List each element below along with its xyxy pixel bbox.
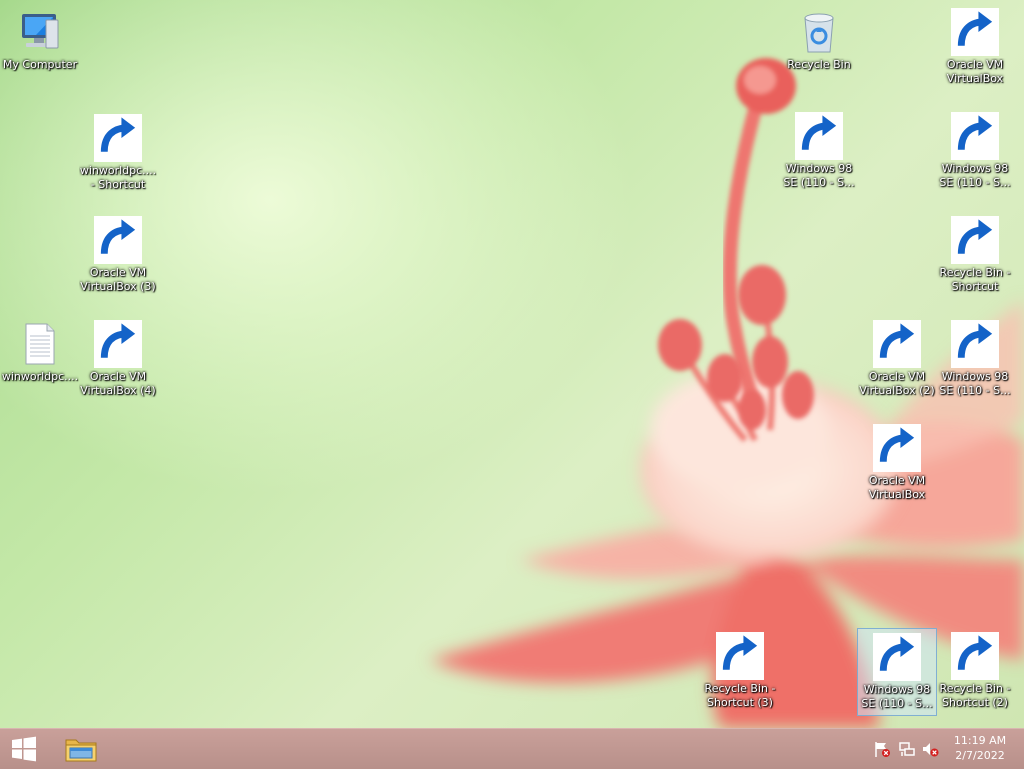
icon-label: Recycle Bin <box>787 58 851 71</box>
shortcut-arrow-icon <box>94 114 142 162</box>
desktop-icon-windows98-shortcut[interactable]: Windows 98 SE (110 - S... <box>935 108 1015 196</box>
shortcut-arrow-icon <box>716 632 764 680</box>
icon-label: Windows 98 SE (110 - S... <box>861 683 933 710</box>
virtualbox-icon <box>951 8 999 56</box>
document-icon <box>16 320 64 368</box>
desktop-icon-virtualbox-4[interactable]: Oracle VM VirtualBox (4) <box>78 316 158 404</box>
icon-label: Windows 98 SE (110 - S... <box>939 162 1011 189</box>
desktop-icon-recycle-bin-shortcut-2[interactable]: Recycle Bin - Shortcut (2) <box>935 628 1015 716</box>
icon-label: Oracle VM VirtualBox (3) <box>80 266 156 293</box>
virtualbox-icon <box>94 216 142 264</box>
icon-label: Oracle VM VirtualBox (4) <box>80 370 156 397</box>
shortcut-arrow-icon <box>951 112 999 160</box>
action-center-flag-icon[interactable] <box>873 740 891 758</box>
desktop-icon-windows98-shortcut-selected[interactable]: Windows 98 SE (110 - S... <box>857 628 937 716</box>
recycle-bin-icon <box>716 632 764 680</box>
clock[interactable]: 11:19 AM 2/7/2022 <box>944 733 1016 763</box>
icon-label: winworldpc.... - Shortcut <box>79 164 157 191</box>
document-shortcut-icon <box>873 633 921 681</box>
computer-icon <box>16 8 64 56</box>
windows-logo-icon <box>12 736 36 762</box>
desktop-icon-windows98-shortcut[interactable]: Windows 98 SE (110 - S... <box>935 316 1015 404</box>
clock-date: 2/7/2022 <box>955 749 1005 762</box>
icon-label: My Computer <box>2 58 78 71</box>
shortcut-arrow-icon <box>795 112 843 160</box>
start-button[interactable] <box>6 735 42 763</box>
document-shortcut-icon <box>795 112 843 160</box>
file-explorer-icon <box>65 739 97 762</box>
desktop[interactable]: My Computer Recycle Bin Oracle VM Virtua… <box>0 0 1024 728</box>
desktop-icon-virtualbox-2[interactable]: Oracle VM VirtualBox (2) <box>857 316 937 404</box>
icon-label: Windows 98 SE (110 - S... <box>783 162 855 189</box>
icon-label: Recycle Bin - Shortcut (2) <box>939 682 1011 709</box>
desktop-icon-recycle-bin[interactable]: Recycle Bin <box>779 4 859 92</box>
desktop-icon-windows98-shortcut[interactable]: Windows 98 SE (110 - S... <box>779 108 859 196</box>
recycle-bin-icon <box>951 216 999 264</box>
icon-label: Oracle VM VirtualBox (2) <box>859 370 935 397</box>
icon-label: Oracle VM VirtualBox <box>946 58 1004 85</box>
icon-label: Windows 98 SE (110 - S... <box>939 370 1011 397</box>
desktop-icon-my-computer[interactable]: My Computer <box>0 4 80 92</box>
desktop-icon-virtualbox[interactable]: Oracle VM VirtualBox <box>935 4 1015 92</box>
document-shortcut-icon <box>951 112 999 160</box>
virtualbox-icon <box>873 424 921 472</box>
volume-muted-icon[interactable] <box>921 740 939 758</box>
network-icon[interactable] <box>898 740 916 758</box>
document-icon <box>94 114 142 162</box>
shortcut-arrow-icon <box>873 424 921 472</box>
icon-label: Recycle Bin - Shortcut <box>939 266 1011 293</box>
icon-label: Recycle Bin - Shortcut (3) <box>704 682 776 709</box>
shortcut-arrow-icon <box>873 633 921 681</box>
desktop-icon-winworldpc[interactable]: winworldpc.... <box>0 316 80 404</box>
virtualbox-icon <box>873 320 921 368</box>
icon-label: Oracle VM VirtualBox <box>868 474 926 501</box>
shortcut-arrow-icon <box>951 632 999 680</box>
icon-label: winworldpc.... <box>1 370 79 383</box>
shortcut-arrow-icon <box>873 320 921 368</box>
recycle-bin-icon <box>951 632 999 680</box>
document-shortcut-icon <box>951 320 999 368</box>
recycle-bin-icon <box>795 8 843 56</box>
desktop-icon-recycle-bin-shortcut-3[interactable]: Recycle Bin - Shortcut (3) <box>700 628 780 716</box>
virtualbox-icon <box>94 320 142 368</box>
desktop-icon-recycle-bin-shortcut[interactable]: Recycle Bin - Shortcut <box>935 212 1015 300</box>
shortcut-arrow-icon <box>951 216 999 264</box>
shortcut-arrow-icon <box>94 320 142 368</box>
desktop-icon-winworldpc-shortcut[interactable]: winworldpc.... - Shortcut <box>78 110 158 198</box>
shortcut-arrow-icon <box>951 320 999 368</box>
shortcut-arrow-icon <box>951 8 999 56</box>
desktop-icon-virtualbox[interactable]: Oracle VM VirtualBox <box>857 420 937 508</box>
clock-time: 11:19 AM <box>953 734 1007 747</box>
taskbar: 11:19 AM 2/7/2022 <box>0 728 1024 769</box>
file-explorer-button[interactable] <box>58 731 104 767</box>
desktop-icon-virtualbox-3[interactable]: Oracle VM VirtualBox (3) <box>78 212 158 300</box>
shortcut-arrow-icon <box>94 216 142 264</box>
